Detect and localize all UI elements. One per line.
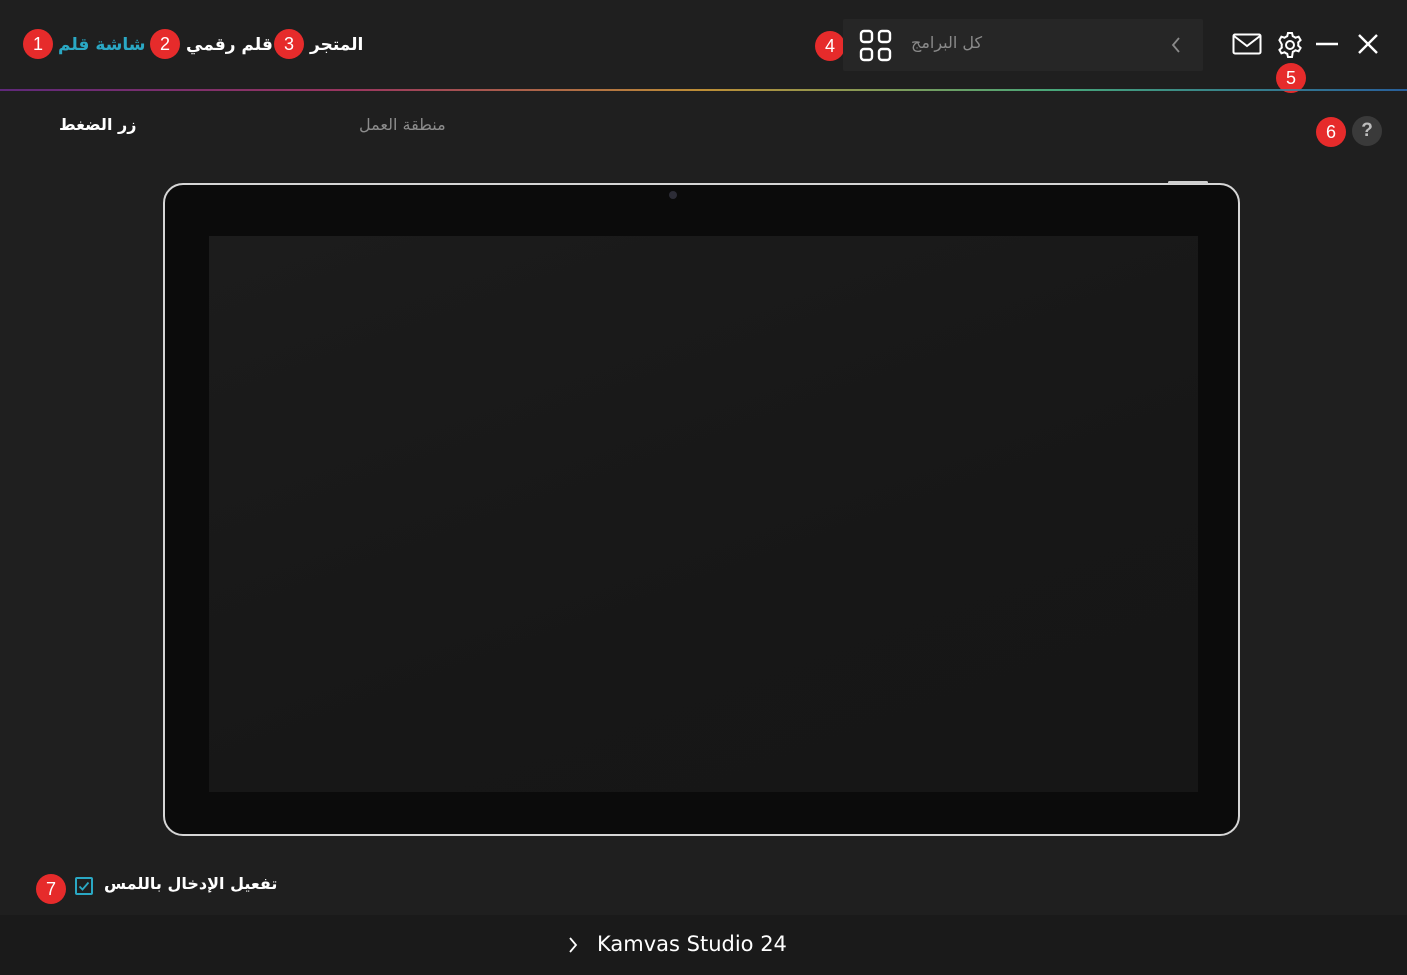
- pen-display-illustration: [163, 181, 1240, 836]
- touch-input-checkbox[interactable]: [75, 877, 93, 895]
- annotation-badge-2: 2: [150, 29, 180, 59]
- annotation-badge-3: 3: [274, 29, 304, 59]
- chevron-right-icon[interactable]: [566, 935, 580, 959]
- camera-dot: [669, 191, 677, 199]
- annotation-badge-1: 1: [23, 29, 53, 59]
- touch-input-label: تفعيل الإدخال باللمس: [104, 874, 278, 893]
- tab-pen-tablet[interactable]: قلم رقمي: [186, 30, 273, 60]
- help-icon: ?: [1361, 120, 1373, 141]
- tab-pen-display[interactable]: شاشة قلم: [58, 30, 145, 60]
- annotation-badge-4: 4: [815, 31, 845, 61]
- tablet-top-button: [1168, 181, 1208, 184]
- subtab-press-keys[interactable]: زر الضغط: [59, 112, 136, 138]
- close-icon[interactable]: [1356, 32, 1380, 60]
- subtab-work-area[interactable]: منطقة العمل: [359, 112, 446, 138]
- help-button[interactable]: ?: [1352, 116, 1382, 146]
- device-name: Kamvas Studio 24: [597, 932, 787, 956]
- tablet-screen: [209, 236, 1198, 792]
- mail-icon[interactable]: [1232, 33, 1262, 59]
- checkmark-icon: [78, 881, 90, 891]
- minimize-icon[interactable]: [1314, 33, 1340, 59]
- tab-store[interactable]: المتجر: [310, 30, 363, 60]
- gear-icon[interactable]: [1276, 31, 1304, 63]
- annotation-badge-6: 6: [1316, 117, 1346, 147]
- app-selector-label: كل البرامج: [911, 33, 983, 52]
- chevron-left-icon[interactable]: [1169, 35, 1183, 59]
- header-divider: [0, 89, 1407, 91]
- device-footer[interactable]: Kamvas Studio 24: [0, 915, 1407, 975]
- apps-grid-icon[interactable]: [859, 29, 893, 67]
- app-selector[interactable]: كل البرامج: [843, 19, 1203, 71]
- annotation-badge-7: 7: [36, 874, 66, 904]
